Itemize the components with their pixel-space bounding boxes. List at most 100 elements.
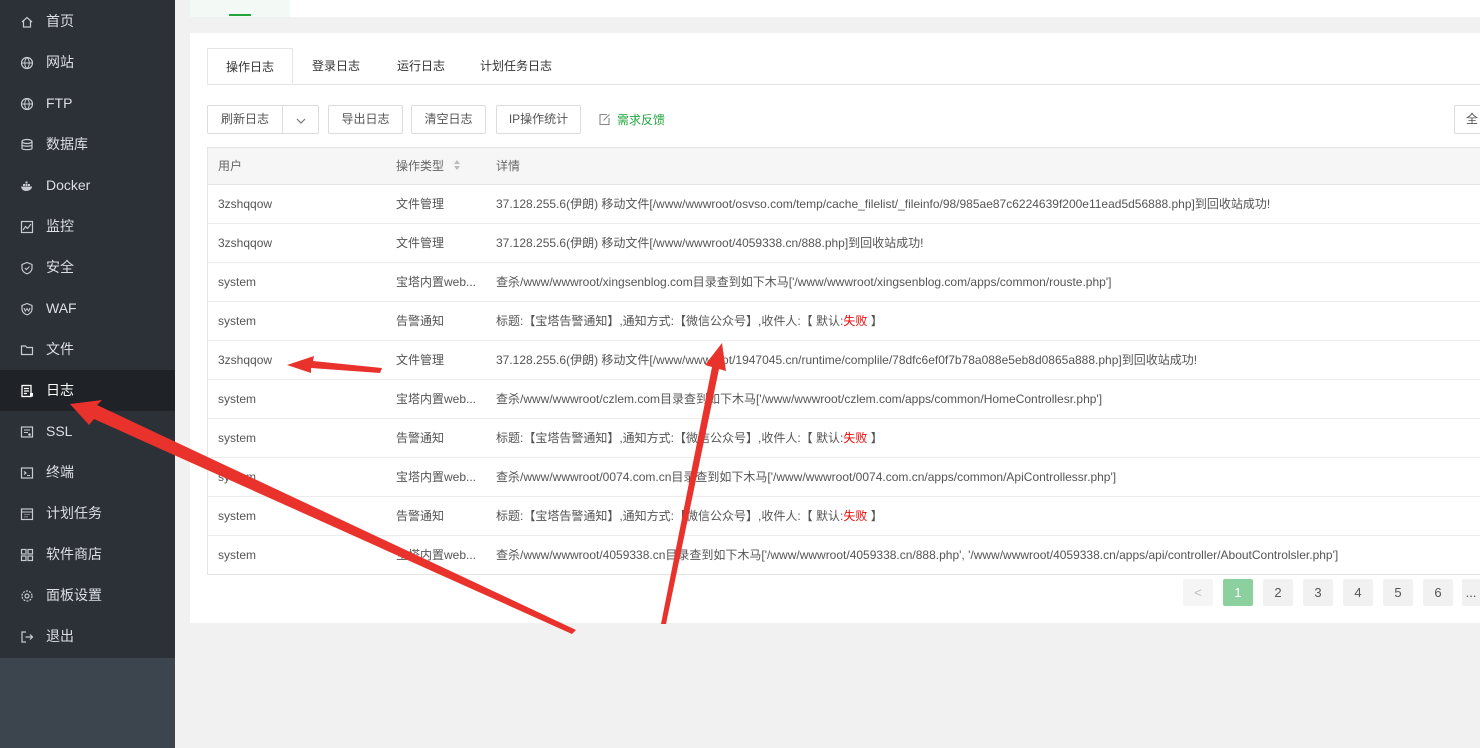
sidebar-item-logs[interactable]: 日志 bbox=[0, 370, 175, 411]
cell-user: system bbox=[218, 548, 257, 562]
table-row: system 告警通知 标题:【宝塔告警通知】,通知方式:【微信公众号】,收件人:【… bbox=[208, 497, 1480, 536]
sidebar-item-docker[interactable]: Docker bbox=[0, 165, 175, 206]
sidebar-item-database[interactable]: 数据库 bbox=[0, 124, 175, 165]
sidebar-item-logout[interactable]: 退出 bbox=[0, 616, 175, 657]
shield-icon bbox=[20, 261, 34, 275]
top-tab-underline bbox=[229, 14, 251, 16]
detail-text: 标题:【宝塔告警通知】,通知方式:【微信公众号】,收件人:【 默认: bbox=[496, 509, 844, 523]
home-icon bbox=[20, 15, 34, 29]
header-type-label: 操作类型 bbox=[396, 159, 445, 173]
header-type[interactable]: 操作类型 bbox=[396, 148, 461, 185]
cell-detail: 37.128.255.6(伊朗) 移动文件[/www/wwwroot/19470… bbox=[496, 341, 1480, 379]
sidebar-item-store[interactable]: 软件商店 bbox=[0, 534, 175, 575]
tab-cron-log[interactable]: 计划任务日志 bbox=[463, 48, 569, 84]
cell-detail: 37.128.255.6(伊朗) 移动文件[/www/wwwroot/osvso… bbox=[496, 185, 1480, 223]
sidebar-item-label: WAF bbox=[46, 300, 77, 316]
cell-user: 3zshqqow bbox=[218, 197, 273, 211]
table-row: 3zshqqow 文件管理 37.128.255.6(伊朗) 移动文件[/www/w… bbox=[208, 341, 1480, 380]
detail-text: 标题:【宝塔告警通知】,通知方式:【微信公众号】,收件人:【 默认: bbox=[496, 314, 844, 328]
log-table: 用户 操作类型 详情 3zshqqow 文件管理 37.128.255.6(伊朗) … bbox=[207, 147, 1480, 575]
sidebar-item-waf[interactable]: WAF bbox=[0, 288, 175, 329]
cell-type: 文件管理 bbox=[396, 197, 445, 211]
chevron-down-icon bbox=[296, 113, 306, 127]
table-body: 3zshqqow 文件管理 37.128.255.6(伊朗) 移动文件[/www/w… bbox=[208, 185, 1480, 574]
sidebar-item-label: FTP bbox=[46, 95, 73, 111]
cell-user: 3zshqqow bbox=[218, 353, 273, 367]
page-button[interactable]: 6 bbox=[1423, 579, 1453, 606]
sidebar-item-ftp[interactable]: FTP bbox=[0, 83, 175, 124]
sidebar-item-terminal[interactable]: 终端 bbox=[0, 452, 175, 493]
gear-icon bbox=[20, 589, 34, 603]
cell-detail: 查杀/www/wwwroot/4059338.cn目录查到如下木马['/www/… bbox=[496, 536, 1480, 574]
cell-type: 告警通知 bbox=[396, 431, 445, 445]
sidebar-item-monitor[interactable]: 监控 bbox=[0, 206, 175, 247]
sidebar-item-label: 文件 bbox=[46, 341, 74, 357]
log-panel: 操作日志 登录日志 运行日志 计划任务日志 刷新日志 导出日志 清空日志 IP操… bbox=[190, 33, 1480, 623]
all-filter-button[interactable]: 全 bbox=[1454, 105, 1480, 134]
tab-operation-log[interactable]: 操作日志 bbox=[207, 48, 293, 84]
page-button[interactable]: 2 bbox=[1263, 579, 1293, 606]
more-pages-button[interactable]: ... bbox=[1462, 579, 1480, 606]
cell-type: 告警通知 bbox=[396, 314, 445, 328]
detail-tail: 】 bbox=[867, 431, 883, 445]
sidebar-item-home[interactable]: 首页 bbox=[0, 1, 175, 42]
table-row: 3zshqqow 文件管理 37.128.255.6(伊朗) 移动文件[/www/w… bbox=[208, 185, 1480, 224]
table-header: 用户 操作类型 详情 bbox=[208, 148, 1480, 185]
table-row: system 宝塔内置web... 查杀/www/wwwroot/0074.com.… bbox=[208, 458, 1480, 497]
refresh-log-button[interactable]: 刷新日志 bbox=[208, 106, 283, 133]
calendar-icon bbox=[20, 507, 34, 521]
logout-icon bbox=[20, 630, 34, 644]
prev-page-button[interactable]: < bbox=[1183, 579, 1213, 606]
cell-type: 宝塔内置web... bbox=[396, 470, 477, 484]
sidebar-nav: 首页 网站 FTP 数据库 Docker 监控 安全 WAF 文件 日志 SSL… bbox=[0, 0, 175, 658]
tab-run-log[interactable]: 运行日志 bbox=[379, 48, 463, 84]
header-user: 用户 bbox=[218, 159, 243, 173]
cell-type: 文件管理 bbox=[396, 353, 445, 367]
fail-status: 失败 bbox=[843, 314, 868, 328]
refresh-dropdown-toggle[interactable] bbox=[283, 106, 318, 133]
sidebar-item-label: 面板设置 bbox=[46, 587, 102, 603]
cell-detail: 查杀/www/wwwroot/czlem.com目录查到如下木马['/www/w… bbox=[496, 380, 1480, 418]
folder-icon bbox=[20, 343, 34, 357]
sidebar-item-security[interactable]: 安全 bbox=[0, 247, 175, 288]
cell-user: system bbox=[218, 392, 257, 406]
cell-user: system bbox=[218, 431, 257, 445]
cell-detail: 查杀/www/wwwroot/xingsenblog.com目录查到如下木马['… bbox=[496, 263, 1480, 301]
top-card bbox=[190, 0, 1480, 17]
tab-login-log[interactable]: 登录日志 bbox=[293, 48, 379, 84]
sidebar-item-label: 软件商店 bbox=[46, 546, 102, 562]
terminal-icon bbox=[20, 466, 34, 480]
log-icon bbox=[20, 384, 34, 398]
sidebar-item-cron[interactable]: 计划任务 bbox=[0, 493, 175, 534]
page-button[interactable]: 4 bbox=[1343, 579, 1373, 606]
sidebar-item-files[interactable]: 文件 bbox=[0, 329, 175, 370]
sidebar-item-website[interactable]: 网站 bbox=[0, 42, 175, 83]
detail-text: 标题:【宝塔告警通知】,通知方式:【微信公众号】,收件人:【 默认: bbox=[496, 431, 844, 445]
sidebar-item-label: 计划任务 bbox=[46, 505, 102, 521]
cell-type: 宝塔内置web... bbox=[396, 275, 477, 289]
sidebar-item-label: 退出 bbox=[46, 628, 74, 644]
sidebar-item-label: 监控 bbox=[46, 218, 74, 234]
cell-detail: 标题:【宝塔告警通知】,通知方式:【微信公众号】,收件人:【 默认:失败 】 bbox=[496, 497, 1480, 535]
page-button[interactable]: 3 bbox=[1303, 579, 1333, 606]
feedback-link[interactable]: 需求反馈 bbox=[598, 105, 665, 134]
database-icon bbox=[20, 138, 34, 152]
fail-status: 失败 bbox=[843, 509, 868, 523]
sidebar-item-label: Docker bbox=[46, 177, 91, 193]
cell-detail: 标题:【宝塔告警通知】,通知方式:【微信公众号】,收件人:【 默认:失败 】 bbox=[496, 419, 1480, 457]
table-row: system 告警通知 标题:【宝塔告警通知】,通知方式:【微信公众号】,收件人:【… bbox=[208, 419, 1480, 458]
sidebar-item-settings[interactable]: 面板设置 bbox=[0, 575, 175, 616]
sidebar-item-label: 日志 bbox=[46, 382, 74, 398]
table-row: system 宝塔内置web... 查杀/www/wwwroot/xingsenbl… bbox=[208, 263, 1480, 302]
page-button[interactable]: 1 bbox=[1223, 579, 1253, 606]
edit-icon bbox=[598, 113, 611, 126]
clear-log-button[interactable]: 清空日志 bbox=[411, 105, 486, 134]
page-button[interactable]: 5 bbox=[1383, 579, 1413, 606]
sidebar-item-label: 安全 bbox=[46, 259, 74, 275]
export-log-button[interactable]: 导出日志 bbox=[328, 105, 403, 134]
cell-detail: 查杀/www/wwwroot/0074.com.cn目录查到如下木马['/www… bbox=[496, 458, 1480, 496]
table-row: 3zshqqow 文件管理 37.128.255.6(伊朗) 移动文件[/www/w… bbox=[208, 224, 1480, 263]
ip-stats-button[interactable]: IP操作统计 bbox=[496, 105, 581, 134]
sidebar-item-ssl[interactable]: SSL bbox=[0, 411, 175, 452]
detail-text: 37.128.255.6(伊朗) 移动文件[/www/wwwroot/19470… bbox=[496, 353, 1198, 367]
